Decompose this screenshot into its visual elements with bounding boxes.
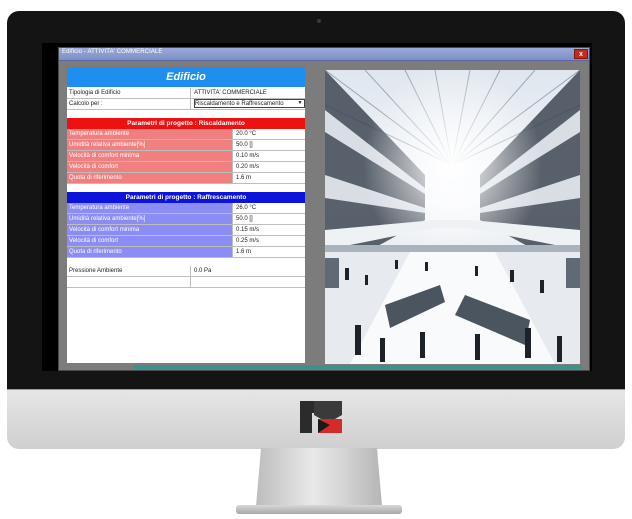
tipologia-field[interactable]: ATTIVITA' COMMERCIALE (191, 88, 305, 98)
chevron-down-icon[interactable]: ▼ (296, 100, 304, 107)
status-strip (134, 365, 582, 369)
app-window: Edificio - ATTIVITA' COMMERCIALE x Edifi… (58, 47, 590, 371)
cooling-section-header: Parametri di progetto : Raffrescamento (67, 192, 305, 203)
calcolo-select-value: Riscaldamento e Raffrescamento (195, 101, 284, 107)
spacer (67, 184, 305, 192)
monitor-stand (256, 448, 382, 506)
pressione-value[interactable]: 0.0 Pa (191, 266, 305, 276)
empty-row (67, 277, 305, 288)
heating-label: Temperatura ambiente (67, 129, 233, 139)
heating-row: Velocità di comfort minima 0.10 m/s (67, 151, 305, 162)
cooling-label: Temperatura ambiente (67, 203, 233, 213)
close-icon: x (579, 51, 583, 58)
cooling-value[interactable]: 26.0 °C (233, 203, 305, 213)
heating-value[interactable]: 50.0 [] (233, 140, 305, 150)
window-title: Edificio - ATTIVITA' COMMERCIALE (62, 49, 163, 55)
cooling-label: Velocità di comfort (67, 236, 233, 246)
empty-cell (191, 277, 305, 287)
heating-label: Quota di riferimento (67, 173, 233, 183)
pressione-row: Pressione Ambiente 0.0 Pa (67, 266, 305, 277)
heating-label: Umidità relativa ambiente[%] (67, 140, 233, 150)
cooling-row: Velocità di comfort minima 0.15 m/s (67, 225, 305, 236)
tipologia-label: Tipologia di Edificio (67, 88, 191, 98)
heating-label: Velocità di comfort (67, 162, 233, 172)
heating-value[interactable]: 0.10 m/s (233, 151, 305, 161)
calcolo-cell: Riscaldamento e Raffrescamento ▼ (191, 99, 305, 109)
cooling-row: Velocità di comfort 0.25 m/s (67, 236, 305, 247)
heating-section-header: Parametri di progetto : Riscaldamento (67, 118, 305, 129)
screen: Edificio - ATTIVITA' COMMERCIALE x Edifi… (42, 43, 592, 371)
heating-label: Velocità di comfort minima (67, 151, 233, 161)
window-content: Edificio Tipologia di Edificio ATTIVITA'… (63, 65, 585, 365)
title-bar[interactable]: Edificio - ATTIVITA' COMMERCIALE x (59, 48, 589, 61)
edificio-form: Edificio Tipologia di Edificio ATTIVITA'… (67, 67, 305, 363)
cooling-value[interactable]: 0.25 m/s (233, 236, 305, 246)
cooling-label: Quota di riferimento (67, 247, 233, 257)
cooling-label: Velocità di comfort minima (67, 225, 233, 235)
calcolo-label: Calcolo per : (67, 99, 191, 109)
empty-cell (67, 277, 191, 287)
heating-row: Umidità relativa ambiente[%] 50.0 [] (67, 140, 305, 151)
heating-value[interactable]: 20.0 °C (233, 129, 305, 139)
heating-row: Velocità di comfort 0.20 m/s (67, 162, 305, 173)
camera-icon (317, 19, 321, 23)
pressione-label: Pressione Ambiente (67, 266, 191, 276)
cooling-value[interactable]: 0.15 m/s (233, 225, 305, 235)
heating-row: Quota di riferimento 1.6 m (67, 173, 305, 184)
cooling-row: Umidità relativa ambiente[%] 50.0 [] (67, 214, 305, 225)
spacer (67, 110, 305, 118)
close-button[interactable]: x (574, 49, 588, 59)
calcolo-row: Calcolo per : Riscaldamento e Raffrescam… (67, 99, 305, 110)
cooling-label: Umidità relativa ambiente[%] (67, 214, 233, 224)
form-header: Edificio (67, 67, 305, 87)
building-photo (325, 70, 580, 364)
monitor-stand-base (236, 505, 402, 514)
cooling-value[interactable]: 50.0 [] (233, 214, 305, 224)
cooling-value[interactable]: 1.6 m (233, 247, 305, 257)
heating-value[interactable]: 1.6 m (233, 173, 305, 183)
cooling-row: Quota di riferimento 1.6 m (67, 247, 305, 258)
heating-value[interactable]: 0.20 m/s (233, 162, 305, 172)
tipologia-row: Tipologia di Edificio ATTIVITA' COMMERCI… (67, 88, 305, 99)
heating-row: Temperatura ambiente 20.0 °C (67, 129, 305, 140)
shopping-mall-image (325, 70, 580, 364)
calcolo-select[interactable]: Riscaldamento e Raffrescamento ▼ (194, 99, 305, 108)
brand-logo-icon (300, 401, 342, 433)
spacer (67, 258, 305, 266)
cooling-row: Temperatura ambiente 26.0 °C (67, 203, 305, 214)
